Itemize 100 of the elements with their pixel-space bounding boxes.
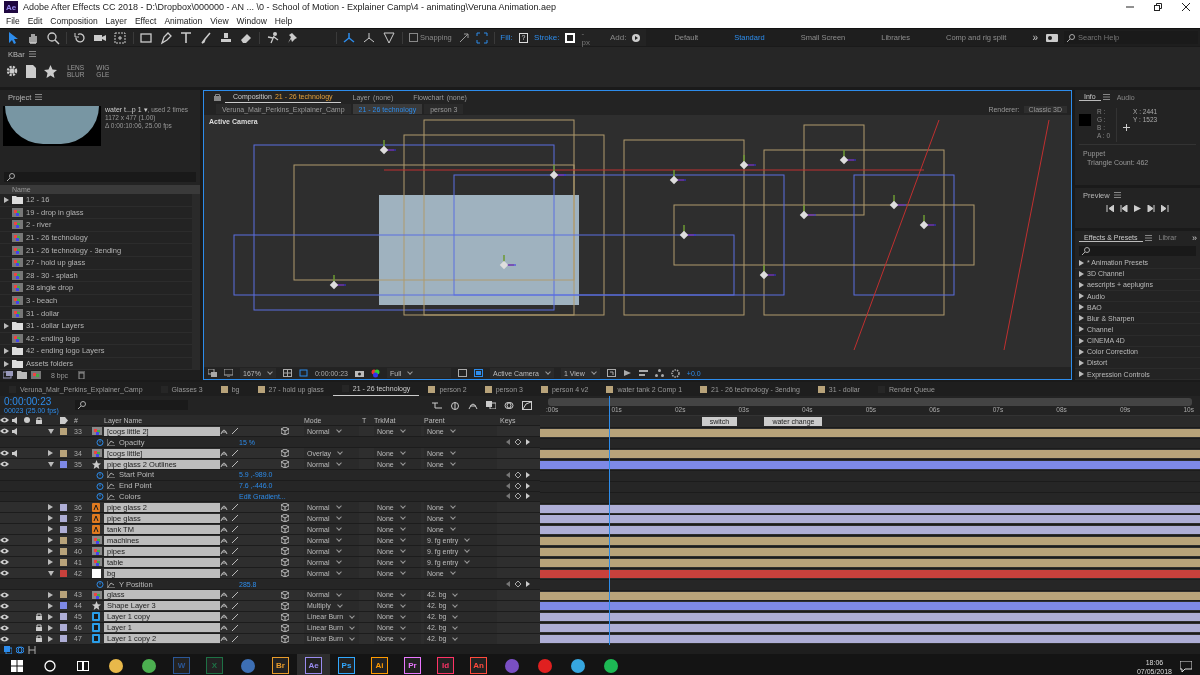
- label-color[interactable]: [60, 635, 67, 643]
- graph-icon[interactable]: [107, 471, 115, 479]
- keyframe-navigator-icon[interactable]: [506, 493, 530, 500]
- eye-icon[interactable]: [0, 548, 9, 555]
- menu-item[interactable]: Help: [270, 16, 297, 26]
- label-color[interactable]: [60, 569, 67, 577]
- next-frame-button[interactable]: [1147, 205, 1155, 212]
- star-button[interactable]: [44, 64, 57, 78]
- label-color[interactable]: [60, 613, 67, 621]
- lock-icon[interactable]: [214, 93, 221, 101]
- 3d-layer-icon[interactable]: [281, 514, 289, 523]
- always-preview-icon[interactable]: [208, 369, 217, 377]
- 3d-layer-icon[interactable]: [281, 602, 289, 610]
- layer-duration-bar[interactable]: [540, 558, 1200, 567]
- selection-tool-icon[interactable]: [6, 30, 20, 45]
- menu-icon[interactable]: [1102, 94, 1110, 100]
- label-color[interactable]: [60, 536, 67, 544]
- first-frame-button[interactable]: [1106, 205, 1114, 212]
- shy-toggle-icon[interactable]: [468, 401, 478, 410]
- local-axis-icon[interactable]: [342, 30, 357, 45]
- menu-item[interactable]: Effect: [130, 16, 161, 26]
- menu-icon[interactable]: [1144, 234, 1152, 241]
- lock-icon[interactable]: [36, 613, 42, 621]
- 3d-layer-icon[interactable]: [281, 569, 289, 578]
- notifications-icon[interactable]: [1180, 661, 1192, 672]
- fast-previews-icon[interactable]: [622, 369, 632, 377]
- timecode-display[interactable]: 0:00:00:23: [4, 396, 59, 407]
- shy-icon[interactable]: [220, 613, 228, 621]
- eye-icon[interactable]: [0, 461, 9, 468]
- collapse-arrow-icon[interactable]: [48, 428, 54, 434]
- layer-duration-bar[interactable]: [540, 548, 1200, 557]
- effects-search-field[interactable]: [1079, 246, 1196, 256]
- layer-search-field[interactable]: [74, 400, 188, 411]
- eye-icon[interactable]: [0, 537, 9, 544]
- transparency-grid-icon[interactable]: [474, 369, 483, 377]
- mask-visibility-icon[interactable]: [298, 369, 308, 377]
- view-axis-icon[interactable]: [382, 30, 397, 45]
- solo-icon[interactable]: [24, 417, 30, 424]
- layer-duration-bar[interactable]: [540, 624, 1200, 633]
- stopwatch-icon[interactable]: [96, 470, 104, 479]
- eye-icon[interactable]: [0, 636, 9, 642]
- 3d-layer-icon[interactable]: [281, 449, 289, 458]
- taskbar-app[interactable]: An: [462, 654, 495, 675]
- label-color[interactable]: [60, 547, 67, 555]
- keyframe-navigator-icon[interactable]: [506, 439, 530, 446]
- label-color[interactable]: [60, 602, 67, 610]
- layer-duration-bar[interactable]: [540, 450, 1200, 459]
- 3d-layer-icon[interactable]: [281, 547, 289, 556]
- stopwatch-icon[interactable]: [96, 580, 104, 589]
- shy-icon[interactable]: [220, 602, 228, 610]
- menu-item[interactable]: File: [2, 16, 24, 26]
- keyframe-navigator-icon[interactable]: [506, 482, 530, 489]
- shy-icon[interactable]: [220, 635, 228, 643]
- color-channels-icon[interactable]: [371, 368, 380, 378]
- label-color[interactable]: [60, 514, 67, 522]
- pan-behind-tool-icon[interactable]: [112, 30, 127, 45]
- layer-duration-bar[interactable]: [540, 428, 1200, 437]
- type-tool-icon[interactable]: [179, 30, 194, 45]
- camera-icon[interactable]: [355, 369, 364, 377]
- menu-icon[interactable]: [28, 51, 36, 57]
- label-color[interactable]: [60, 449, 67, 457]
- shy-icon[interactable]: [220, 536, 228, 544]
- 3d-layer-icon[interactable]: [281, 558, 289, 567]
- layer-duration-bar[interactable]: [540, 537, 1200, 546]
- label-icon[interactable]: [60, 416, 68, 424]
- 3d-layer-icon[interactable]: [281, 460, 289, 469]
- frame-blending-icon[interactable]: [486, 401, 496, 410]
- label-color[interactable]: [60, 558, 67, 566]
- taskbar-app[interactable]: Id: [429, 654, 462, 675]
- world-axis-icon[interactable]: [362, 30, 377, 45]
- shy-icon[interactable]: [220, 514, 228, 522]
- shy-icon[interactable]: [220, 569, 228, 577]
- snap-arrow-icon[interactable]: [457, 31, 470, 44]
- stopwatch-icon[interactable]: [96, 438, 104, 447]
- 3d-layer-icon[interactable]: [281, 624, 289, 632]
- menu-item[interactable]: Animation: [160, 16, 207, 26]
- eye-icon[interactable]: [0, 570, 9, 577]
- taskbar-app[interactable]: Br: [264, 654, 297, 675]
- taskbar-app[interactable]: Ai: [363, 654, 396, 675]
- shy-icon[interactable]: [220, 624, 228, 632]
- taskbar-app[interactable]: Ps: [330, 654, 363, 675]
- layer-duration-bar[interactable]: [540, 613, 1200, 622]
- shy-icon[interactable]: [220, 503, 228, 511]
- lock-icon[interactable]: [36, 624, 42, 632]
- shy-icon[interactable]: [220, 460, 228, 468]
- project-search-field[interactable]: [4, 172, 196, 182]
- layer-switches-icon[interactable]: [4, 645, 12, 654]
- graph-icon[interactable]: [107, 580, 115, 588]
- quality-icon[interactable]: [231, 427, 239, 436]
- label-color[interactable]: [60, 460, 67, 468]
- timeline-icon[interactable]: [638, 369, 648, 377]
- stopwatch-icon[interactable]: [96, 481, 104, 490]
- shy-icon[interactable]: [220, 449, 228, 457]
- comp-mini-flowchart-icon[interactable]: [432, 401, 442, 410]
- 3d-layer-icon[interactable]: [281, 536, 289, 545]
- rotate-tool-icon[interactable]: [72, 30, 87, 45]
- search-help-toggle-icon[interactable]: [1046, 33, 1058, 42]
- graph-icon[interactable]: [107, 492, 115, 500]
- shy-icon[interactable]: [220, 427, 228, 435]
- taskbar-app[interactable]: Ae: [297, 654, 330, 675]
